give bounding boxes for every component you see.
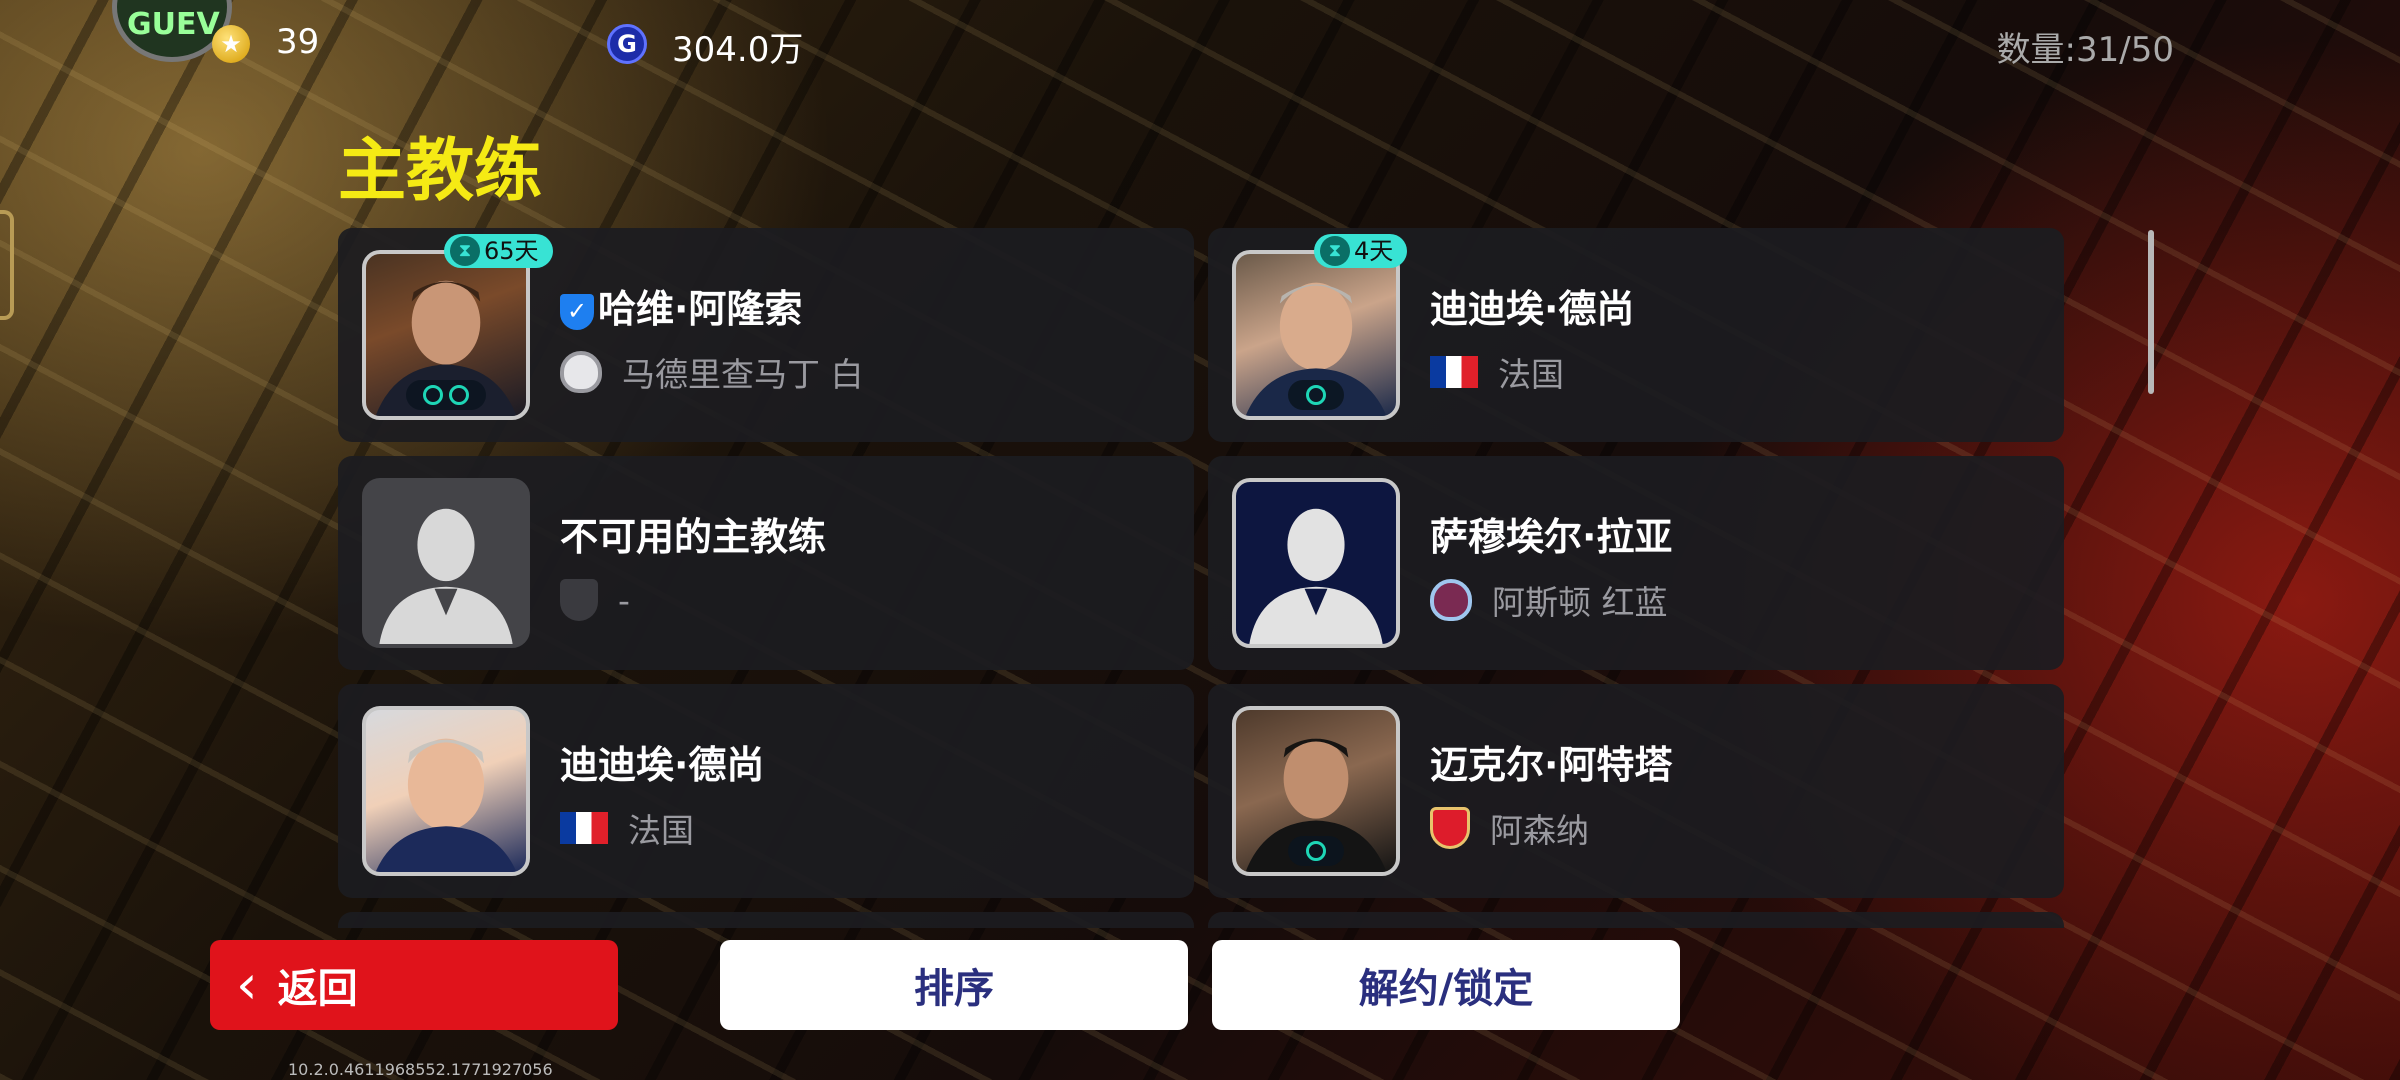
coach-name: ✓ 哈维·阿隆索 <box>560 278 802 333</box>
top-status-bar: GUEV ★ 39 G 304.0万 数量:31/50 <box>0 0 2400 90</box>
coach-skill-badges <box>1288 380 1344 410</box>
sort-button[interactable]: 排序 <box>720 940 1188 1030</box>
coach-card[interactable] <box>1208 912 2064 928</box>
coach-team: 阿斯顿 红蓝 <box>1492 583 1668 622</box>
list-scrollbar[interactable] <box>2148 230 2154 394</box>
release-lock-button[interactable]: 解约/锁定 <box>1212 940 1680 1030</box>
coach-team-row: 阿森纳 <box>1430 806 1589 850</box>
coach-portrait <box>362 250 530 420</box>
france-flag-icon <box>1430 356 1478 388</box>
coach-card[interactable]: 不可用的主教练 - <box>338 456 1194 670</box>
shield-icon <box>560 579 598 621</box>
coach-card[interactable]: 萨穆埃尔·拉亚 阿斯顿 红蓝 <box>1208 456 2064 670</box>
version-label: 10.2.0.4611968552.1771927056 <box>288 1060 553 1079</box>
coach-photo-icon <box>375 738 517 872</box>
person-silhouette-icon <box>379 508 513 644</box>
coach-name: 迪迪埃·德尚 <box>560 743 765 787</box>
madrid-crest-icon <box>560 351 602 393</box>
coin-icon: ★ <box>212 25 250 63</box>
coach-team: - <box>618 580 630 620</box>
contract-days-badge: ⧗ 65天 <box>444 234 553 268</box>
hourglass-icon: ⧗ <box>1320 236 1350 266</box>
coach-skill-badges <box>1288 836 1344 866</box>
person-silhouette-icon <box>1249 508 1383 644</box>
coach-portrait-placeholder <box>362 478 530 648</box>
coin-count: 39 <box>276 22 320 62</box>
coach-team-row: 阿斯顿 红蓝 <box>1430 578 1668 622</box>
contract-days-badge: ⧗ 4天 <box>1314 234 1408 268</box>
avatar-text: GUEV <box>127 7 220 42</box>
coach-team: 法国 <box>1498 355 1564 394</box>
coach-name: 迪迪埃·德尚 <box>1430 287 1635 331</box>
coach-team-row: 法国 <box>560 806 694 850</box>
side-tab-handle[interactable] <box>0 210 14 320</box>
coach-team-row: 马德里查马丁 白 <box>560 350 864 394</box>
coach-grid: ⧗ 65天 ✓ 哈维·阿隆索 马德里查马丁 白 ⧗ 4天 迪迪埃·德尚 法国 不… <box>338 228 2064 928</box>
coach-team-row: 法国 <box>1430 350 1564 394</box>
coach-portrait-placeholder <box>1232 478 1400 648</box>
coach-card[interactable]: ⧗ 65天 ✓ 哈维·阿隆索 马德里查马丁 白 <box>338 228 1194 442</box>
coach-card[interactable]: 迈克尔·阿特塔 阿森纳 <box>1208 684 2064 898</box>
coach-name: 迈克尔·阿特塔 <box>1430 743 1673 787</box>
coach-card[interactable]: ⧗ 4天 迪迪埃·德尚 法国 <box>1208 228 2064 442</box>
gp-icon: G <box>607 24 647 64</box>
coach-portrait <box>362 706 530 876</box>
hourglass-icon: ⧗ <box>450 236 480 266</box>
coach-card[interactable]: 迪迪埃·德尚 法国 <box>338 684 1194 898</box>
france-flag-icon <box>560 812 608 844</box>
coach-team: 法国 <box>628 811 694 850</box>
coach-team: 阿森纳 <box>1490 811 1589 850</box>
coach-portrait <box>1232 706 1400 876</box>
coach-team-row: - <box>560 578 630 622</box>
coach-team: 马德里查马丁 白 <box>622 355 864 394</box>
coach-skill-badges <box>406 380 486 410</box>
coach-name: 萨穆埃尔·拉亚 <box>1430 515 1673 559</box>
page-title: 主教练 <box>338 132 543 211</box>
back-button[interactable]: ‹ 返回 <box>210 940 618 1030</box>
arsenal-crest-icon <box>1430 807 1470 849</box>
coach-name: 不可用的主教练 <box>560 515 827 559</box>
coach-count: 数量:31/50 <box>1996 30 2174 70</box>
verified-check-icon: ✓ <box>560 293 594 330</box>
gp-amount: 304.0万 <box>672 30 804 70</box>
coach-card[interactable] <box>338 912 1194 928</box>
chevron-left-icon: ‹ <box>236 953 258 1016</box>
coach-portrait <box>1232 250 1400 420</box>
aston-crest-icon <box>1430 579 1472 621</box>
